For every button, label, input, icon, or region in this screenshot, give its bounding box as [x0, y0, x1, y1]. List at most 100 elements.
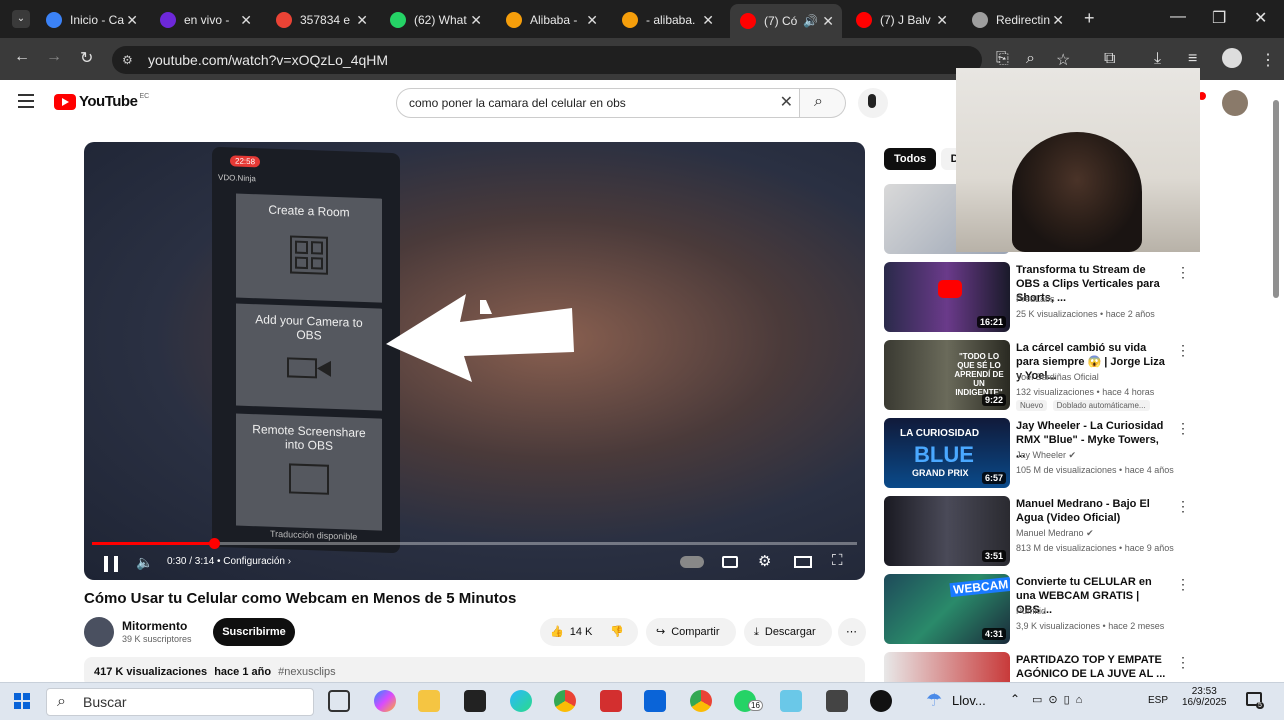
back-icon[interactable]: ←	[14, 48, 30, 66]
camera-icon	[287, 355, 331, 381]
taskbar-search[interactable]: ⌕ Buscar	[46, 688, 314, 716]
voice-search-button[interactable]	[858, 88, 888, 118]
share-button[interactable]: ↪ Compartir	[646, 618, 736, 646]
tray-icons[interactable]: ▭⊙▯⌂	[1032, 693, 1088, 706]
tab-search-icon[interactable]: ⌄	[12, 10, 30, 28]
copilot-icon[interactable]	[374, 690, 396, 712]
extensions-icon[interactable]: ⧉	[1104, 50, 1115, 68]
gear-icon[interactable]: ⚙	[758, 552, 771, 570]
close-icon[interactable]: ✕	[586, 12, 598, 29]
recommendation-item[interactable]: 16:21 Transforma tu Stream de OBS a Clip…	[884, 262, 1190, 334]
more-options-icon[interactable]: ⋮	[1176, 498, 1190, 515]
notes-app-icon[interactable]	[464, 690, 486, 712]
tab-youtube-active[interactable]: (7) Có 🔊 ✕	[730, 4, 842, 38]
recommendation-item[interactable]: LA CURIOSIDAD BLUE GRAND PRIX 6:57 Jay W…	[884, 418, 1190, 490]
close-icon[interactable]: ✕	[1052, 12, 1064, 29]
progress-scrubber[interactable]	[209, 538, 221, 549]
like-button[interactable]: 👍 14 K 👎	[540, 618, 638, 646]
progress-bar[interactable]	[92, 538, 857, 549]
more-options-icon[interactable]: ⋮	[1176, 654, 1184, 671]
more-options-icon[interactable]: ⋮	[1176, 342, 1190, 359]
thumbs-down-icon[interactable]: 👎	[610, 618, 624, 646]
close-icon[interactable]: ✕	[470, 12, 482, 29]
install-icon[interactable]: ⎘	[996, 50, 1009, 68]
new-tab-icon[interactable]: +	[1084, 8, 1095, 29]
close-icon[interactable]: ✕	[356, 12, 368, 29]
chrome-icon[interactable]	[554, 690, 576, 712]
menu-kebab-icon[interactable]: ⋮	[1260, 50, 1276, 70]
subtitles-icon[interactable]	[722, 556, 738, 568]
tab-alibaba-2[interactable]: - alibaba. ✕	[612, 6, 722, 34]
bookmark-star-icon[interactable]: ☆	[1056, 50, 1070, 70]
close-icon[interactable]: ✕	[702, 12, 714, 29]
app-icon[interactable]	[780, 690, 802, 712]
taskbar-clock[interactable]: 23:53 16/9/2025	[1182, 686, 1227, 708]
tab-en-vivo[interactable]: en vivo - ✕	[150, 6, 260, 34]
weather-text[interactable]: Llov...	[952, 693, 986, 708]
download-icon[interactable]: ⤓	[1154, 50, 1161, 68]
recommendation-item[interactable]: 3:51 Manuel Medrano - Bajo El Agua (Vide…	[884, 496, 1190, 568]
close-icon[interactable]: ✕	[126, 12, 138, 29]
recommendation-item[interactable]: WEBCAM 4:31 Convierte tu CELULAR en una …	[884, 574, 1190, 646]
profile-icon[interactable]	[1222, 48, 1242, 68]
address-bar[interactable]: ⚙ youtube.com/watch?v=xOQzLo_4qHM	[112, 46, 982, 74]
hashtag-link[interactable]: #nexusclips	[278, 666, 335, 678]
recommendation-item[interactable]: "TODO LO QUE SÉ LO APRENDÍ DE UN INDIGEN…	[884, 340, 1190, 412]
subscribe-button[interactable]: Suscribirme	[213, 618, 295, 646]
media-icon[interactable]: ≡	[1188, 50, 1197, 68]
minimize-icon[interactable]: —	[1170, 8, 1186, 26]
site-info-icon[interactable]: ⚙	[122, 46, 133, 74]
task-view-icon[interactable]	[328, 690, 350, 712]
whatsapp-icon[interactable]: 16	[734, 690, 763, 712]
file-explorer-icon[interactable]	[418, 690, 440, 712]
tab-redirecting[interactable]: Redirectin ✕	[962, 6, 1072, 34]
forward-icon[interactable]: →	[46, 48, 62, 66]
close-icon[interactable]: ✕	[240, 12, 252, 29]
video-player[interactable]: 22:58 VDO.Ninja Create a Room Add your C…	[84, 142, 865, 580]
tab-alibaba[interactable]: Alibaba - ✕	[496, 6, 606, 34]
obs-icon[interactable]	[870, 690, 892, 712]
acrobat-icon[interactable]	[600, 690, 622, 712]
tab-youtube-jbalvin[interactable]: (7) J Balv ✕	[846, 6, 956, 34]
search-input[interactable]: como poner la camara del celular en obs …	[396, 88, 800, 118]
chrome-profile-icon[interactable]	[690, 690, 712, 712]
pause-icon[interactable]	[104, 556, 118, 572]
more-options-icon[interactable]: ⋮	[1176, 264, 1190, 281]
more-actions-button[interactable]: ⋯	[838, 618, 866, 646]
youtube-logo[interactable]: YouTube EC	[54, 93, 149, 110]
channel-name[interactable]: Mitormento	[122, 619, 187, 633]
clear-search-icon[interactable]: ✕	[780, 89, 793, 117]
tab-whatsapp[interactable]: (62) What ✕	[380, 6, 490, 34]
language-indicator[interactable]: ESP	[1148, 695, 1168, 706]
scrollbar-thumb[interactable]	[1273, 100, 1279, 298]
speaker-icon[interactable]: 🔊	[803, 14, 818, 28]
zoom-icon[interactable]: ⌕	[1026, 50, 1035, 68]
hamburger-menu-icon[interactable]	[18, 94, 34, 108]
calculator-icon[interactable]	[826, 690, 848, 712]
chip-todos[interactable]: Todos	[884, 148, 937, 170]
edge-icon[interactable]	[510, 690, 532, 712]
more-options-icon[interactable]: ⋮	[1176, 576, 1190, 593]
theater-mode-icon[interactable]	[794, 556, 812, 568]
restore-icon[interactable]: ❐	[1212, 8, 1226, 28]
channel-avatar[interactable]	[84, 617, 114, 647]
fullscreen-icon[interactable]: ⛶	[832, 552, 843, 569]
close-icon[interactable]: ✕	[936, 12, 948, 29]
volume-icon[interactable]: 🔈	[136, 554, 153, 571]
tray-chevron-icon[interactable]: ⌃	[1010, 692, 1020, 706]
recommendation-item[interactable]: PARTIDAZO TOP Y EMPATE AGÓNICO DE LA JUV…	[884, 652, 1184, 682]
close-icon[interactable]: ✕	[822, 13, 834, 30]
search-button[interactable]: ⌕	[800, 88, 846, 118]
reload-icon[interactable]: ↻	[80, 48, 93, 68]
more-options-icon[interactable]: ⋮	[1176, 420, 1190, 437]
autoplay-toggle[interactable]	[680, 556, 704, 568]
account-avatar[interactable]	[1222, 90, 1248, 116]
tab-inicio[interactable]: Inicio - Ca ✕	[36, 6, 146, 34]
notification-icon[interactable]: 5	[1246, 692, 1264, 709]
tab-gmail[interactable]: 357834 e ✕	[266, 6, 376, 34]
outlook-icon[interactable]	[644, 690, 666, 712]
window-close-icon[interactable]: ✕	[1254, 8, 1267, 28]
settings-label[interactable]: • Configuración ›	[217, 556, 291, 567]
windows-start-icon[interactable]	[14, 693, 30, 709]
download-button[interactable]: ⤓ Descargar	[744, 618, 832, 646]
